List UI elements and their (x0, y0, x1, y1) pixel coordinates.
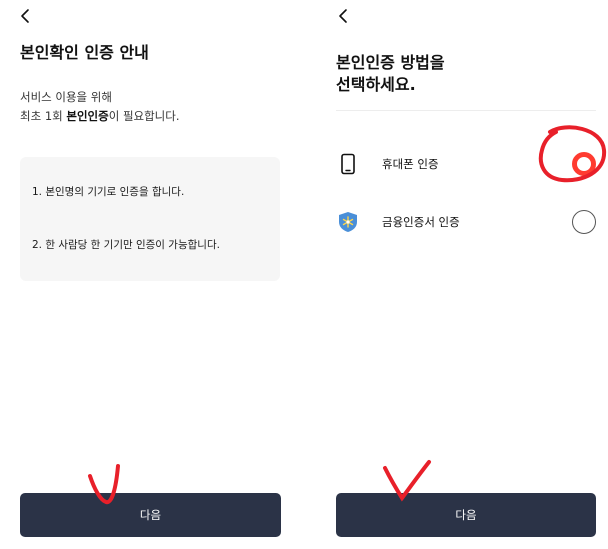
title-line-2: 선택하세요. (336, 75, 416, 94)
option-financial-certificate[interactable]: 금융인증서 인증 (336, 202, 596, 242)
verification-description: 서비스 이용을 위해 최초 1회 본인인증이 필요합니다. (20, 88, 180, 126)
identity-verification-guide-screen: 본인확인 인증 안내 서비스 이용을 위해 최초 1회 본인인증이 필요합니다.… (0, 0, 302, 549)
option-mobile-phone[interactable]: 휴대폰 인증 (336, 144, 596, 184)
title-line-1: 본인인증 방법을 (336, 53, 445, 72)
description-line-1: 서비스 이용을 위해 (20, 90, 112, 104)
back-button[interactable] (334, 6, 354, 26)
next-button[interactable]: 다음 (20, 493, 281, 537)
option-label: 휴대폰 인증 (382, 157, 439, 171)
page-title: 본인확인 인증 안내 (20, 43, 149, 62)
radio-selected[interactable] (572, 152, 596, 176)
chevron-left-icon (339, 9, 347, 23)
divider (336, 110, 596, 111)
verification-method-screen: 본인인증 방법을 선택하세요. 휴대폰 인증 금융인증서 인증 다음 (308, 0, 608, 549)
description-line-2: 최초 1회 본인인증이 필요합니다. (20, 107, 180, 126)
page-title: 본인인증 방법을 선택하세요. (336, 52, 445, 96)
description-prefix: 최초 1회 (20, 109, 67, 123)
mobile-phone-icon (341, 153, 355, 175)
next-button[interactable]: 다음 (336, 493, 596, 537)
notice-item-2: 2. 한 사람당 한 기기만 인증이 가능합니다. (32, 239, 220, 251)
chevron-left-icon (21, 9, 29, 23)
financial-certificate-icon (339, 212, 357, 232)
option-label: 금융인증서 인증 (382, 215, 460, 229)
description-bold: 본인인증 (66, 109, 109, 123)
back-button[interactable] (16, 6, 36, 26)
radio-unselected[interactable] (572, 210, 596, 234)
notice-box: 1. 본인명의 기기로 인증을 합니다. 2. 한 사람당 한 기기만 인증이 … (20, 157, 280, 281)
notice-item-1: 1. 본인명의 기기로 인증을 합니다. (32, 186, 185, 198)
description-suffix: 이 필요합니다. (108, 109, 180, 123)
